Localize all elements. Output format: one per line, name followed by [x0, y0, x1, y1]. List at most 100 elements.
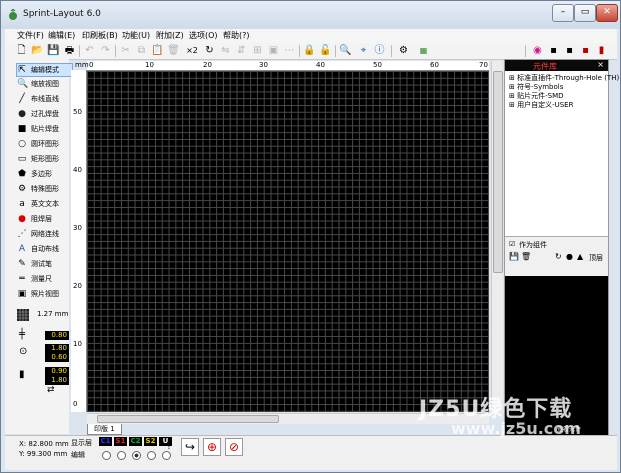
tool-ruler[interactable]: ═ 测量尺: [17, 273, 73, 285]
mirror-vertical-icon[interactable]: ⇵: [235, 44, 248, 57]
grid-size-label[interactable]: 1.27 mm: [37, 310, 68, 318]
copy-icon[interactable]: ⧉: [135, 44, 148, 57]
mirror-horizontal-icon[interactable]: ⇋: [219, 44, 232, 57]
drc-icon[interactable]: ▪: [579, 44, 592, 57]
edit-layer-radio[interactable]: [162, 451, 171, 460]
layer-toggle-c1[interactable]: C1: [99, 437, 112, 446]
tool-circle[interactable]: ○ 圆环图形: [17, 138, 73, 150]
tool-autoroute[interactable]: A 自动布线: [17, 243, 73, 255]
tool-text[interactable]: a 英文文本: [17, 198, 73, 210]
pad-inner-field[interactable]: 0.60: [45, 353, 69, 362]
layer-toggle-c2[interactable]: C2: [129, 437, 142, 446]
routing-icon[interactable]: ↪: [181, 438, 199, 456]
layer-toggle-s1[interactable]: S1: [114, 437, 127, 446]
track-width-field[interactable]: 0.80: [45, 331, 69, 340]
menu-help[interactable]: 帮助(?): [223, 30, 250, 41]
zoom-icon[interactable]: 🔍: [339, 44, 352, 57]
pad-outer-field[interactable]: 1.80: [45, 344, 69, 353]
print-icon[interactable]: 🖶: [63, 44, 76, 57]
open-folder-icon[interactable]: 📂: [31, 44, 44, 57]
gerber-export-icon[interactable]: ▦: [417, 44, 430, 57]
application-window: Sprint-Layout 6.0 – ▭ ✕ 文件(F) 编辑(E) 印刷板(…: [0, 0, 621, 473]
cut-icon[interactable]: ✂: [119, 44, 132, 57]
unlock-icon[interactable]: 🔓: [319, 44, 332, 57]
new-file-icon[interactable]: 🗋: [15, 44, 28, 57]
battery-icon[interactable]: ▮: [595, 44, 608, 57]
as-group-checkbox[interactable]: ☑: [509, 240, 515, 248]
close-button[interactable]: ✕: [596, 4, 618, 22]
maximize-button[interactable]: ▭: [574, 4, 596, 22]
align-icon[interactable]: ⊞: [251, 44, 264, 57]
library-header: 元件库 ×: [505, 60, 608, 71]
grid-icon[interactable]: [17, 309, 29, 321]
tool-polygon[interactable]: ⬟ 多边形: [17, 168, 73, 180]
watermark-url: www.jz5u.com: [451, 419, 581, 438]
paste-icon[interactable]: 📋: [151, 44, 164, 57]
menu-options[interactable]: 选项(O): [189, 30, 218, 41]
menu-file[interactable]: 文件(F): [17, 30, 44, 41]
tool-connection[interactable]: ⋰ 网络连线: [17, 228, 73, 240]
library-close-button[interactable]: ×: [597, 60, 604, 69]
tree-item-user[interactable]: ⊞ 用户自定义-USER: [509, 100, 573, 110]
smd-width-field[interactable]: 0.90: [45, 367, 69, 376]
ruler-tick: 0: [73, 400, 78, 408]
ruler-tick: 10: [145, 61, 154, 69]
vertical-scrollbar[interactable]: [491, 61, 503, 412]
redo-icon[interactable]: ↷: [99, 44, 112, 57]
swap-icon[interactable]: ⇄: [47, 385, 55, 395]
undo-icon[interactable]: ↶: [83, 44, 96, 57]
snap-grid-icon[interactable]: ⋯: [283, 44, 296, 57]
tool-special-shape[interactable]: ⚙ 特殊图形: [17, 183, 73, 195]
component-icon[interactable]: ⌖: [357, 44, 370, 57]
tool-line[interactable]: ╱ 布线直线: [17, 93, 73, 105]
photo-icon[interactable]: ◉: [531, 44, 544, 57]
vertical-scroll-thumb[interactable]: [493, 71, 503, 273]
rotate-icon[interactable]: ↻: [203, 44, 216, 57]
lock-icon[interactable]: 🔒: [303, 44, 316, 57]
crosshair-icon[interactable]: ⊕: [203, 438, 221, 456]
edit-layer-label: 编辑: [71, 451, 85, 459]
app-logo-icon: [9, 9, 17, 20]
board-tab[interactable]: 印版 1: [87, 424, 122, 435]
edit-layer-radio[interactable]: [102, 451, 111, 460]
tool-smd-pad[interactable]: ■ 贴片焊盘: [17, 123, 73, 135]
grid-dot-icon[interactable]: ▪: [547, 44, 560, 57]
layer-toggle-s2[interactable]: S2: [144, 437, 157, 446]
edit-layer-radio[interactable]: [117, 451, 126, 460]
library-pad-icon[interactable]: ●: [566, 252, 573, 261]
tool-solder-mask[interactable]: ● 阻焊层: [17, 213, 73, 225]
library-layer-icon[interactable]: ▲: [577, 252, 583, 261]
menu-extras[interactable]: 附加(Z): [156, 30, 184, 41]
tool-via-pad[interactable]: ● 过孔焊盘: [17, 108, 73, 120]
edit-layer-radio[interactable]: [132, 451, 141, 460]
tool-rectangle[interactable]: ▭ 矩形图形: [17, 153, 73, 165]
library-rotate-icon[interactable]: ↻: [555, 252, 562, 261]
save-icon[interactable]: 💾: [47, 44, 60, 57]
minimize-button[interactable]: –: [552, 4, 574, 22]
delete-icon[interactable]: 🗑: [167, 44, 180, 57]
top-ruler: mm 0 10 20 30 40 50 60 70: [75, 61, 489, 71]
tool-cursor[interactable]: ⇱ 编辑模式: [16, 63, 73, 77]
top-layer-label[interactable]: 顶层: [589, 253, 603, 263]
duplicate-x2-button[interactable]: ×2: [185, 44, 199, 57]
ratsnest-off-icon[interactable]: ⊘: [225, 438, 243, 456]
pcb-canvas[interactable]: [87, 71, 489, 412]
horizontal-scroll-thumb[interactable]: [97, 415, 279, 423]
menu-board[interactable]: 印刷板(B): [82, 30, 118, 41]
group-icon[interactable]: ▣: [267, 44, 280, 57]
menu-edit[interactable]: 编辑(E): [48, 30, 75, 41]
tool-label: 过孔焊盘: [31, 110, 59, 118]
edit-layer-radio[interactable]: [147, 451, 156, 460]
library-save-icon[interactable]: 💾: [509, 252, 519, 261]
library-delete-icon[interactable]: 🗑: [521, 252, 531, 261]
tool-test-pen[interactable]: ✎ 测试笔: [17, 258, 73, 270]
tool-photo-view[interactable]: ▣ 照片视图: [17, 288, 73, 300]
tool-label: 照片视图: [31, 290, 59, 298]
smd-height-field[interactable]: 1.80: [45, 376, 69, 385]
tool-magnifier[interactable]: 🔍 缩放视图: [17, 78, 73, 90]
connections-icon[interactable]: ▪: [563, 44, 576, 57]
info-icon[interactable]: ⓘ: [373, 44, 386, 57]
menu-bar: 文件(F) 编辑(E) 印刷板(B) 功能(U) 附加(Z) 选项(O) 帮助(…: [5, 29, 617, 43]
menu-functions[interactable]: 功能(U): [122, 30, 150, 41]
settings-gear-icon[interactable]: ⚙: [397, 44, 410, 57]
